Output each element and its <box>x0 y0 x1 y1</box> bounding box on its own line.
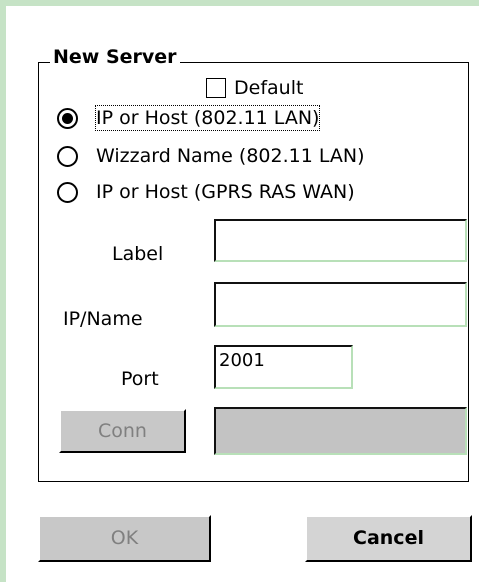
conn-button[interactable]: Conn <box>59 409 186 453</box>
ipname-field-label: IP/Name <box>63 308 143 330</box>
default-checkbox[interactable] <box>206 78 226 98</box>
cancel-button[interactable]: Cancel <box>305 515 472 562</box>
label-field-label: Label <box>112 243 164 265</box>
connection-status-field <box>214 407 467 455</box>
label-input[interactable] <box>214 219 467 262</box>
window-frame-left <box>0 0 6 582</box>
window-frame-top <box>0 0 479 6</box>
port-field-label: Port <box>121 368 159 390</box>
port-input[interactable]: 2001 <box>214 345 353 389</box>
radio-wizzard-name-lan-label[interactable]: Wizzard Name (802.11 LAN) <box>96 144 365 168</box>
radio-selected-dot <box>62 113 73 124</box>
radio-ip-host-gprs[interactable] <box>57 182 78 203</box>
group-title: New Server <box>50 45 180 69</box>
radio-wizzard-name-lan[interactable] <box>57 146 78 167</box>
radio-ip-host-lan-label[interactable]: IP or Host (802.11 LAN) <box>94 105 321 131</box>
ok-button[interactable]: OK <box>38 515 211 562</box>
radio-ip-host-gprs-label[interactable]: IP or Host (GPRS RAS WAN) <box>96 180 355 204</box>
ipname-input[interactable] <box>214 282 467 327</box>
default-checkbox-label: Default <box>234 77 304 99</box>
radio-ip-host-lan[interactable] <box>57 108 78 129</box>
